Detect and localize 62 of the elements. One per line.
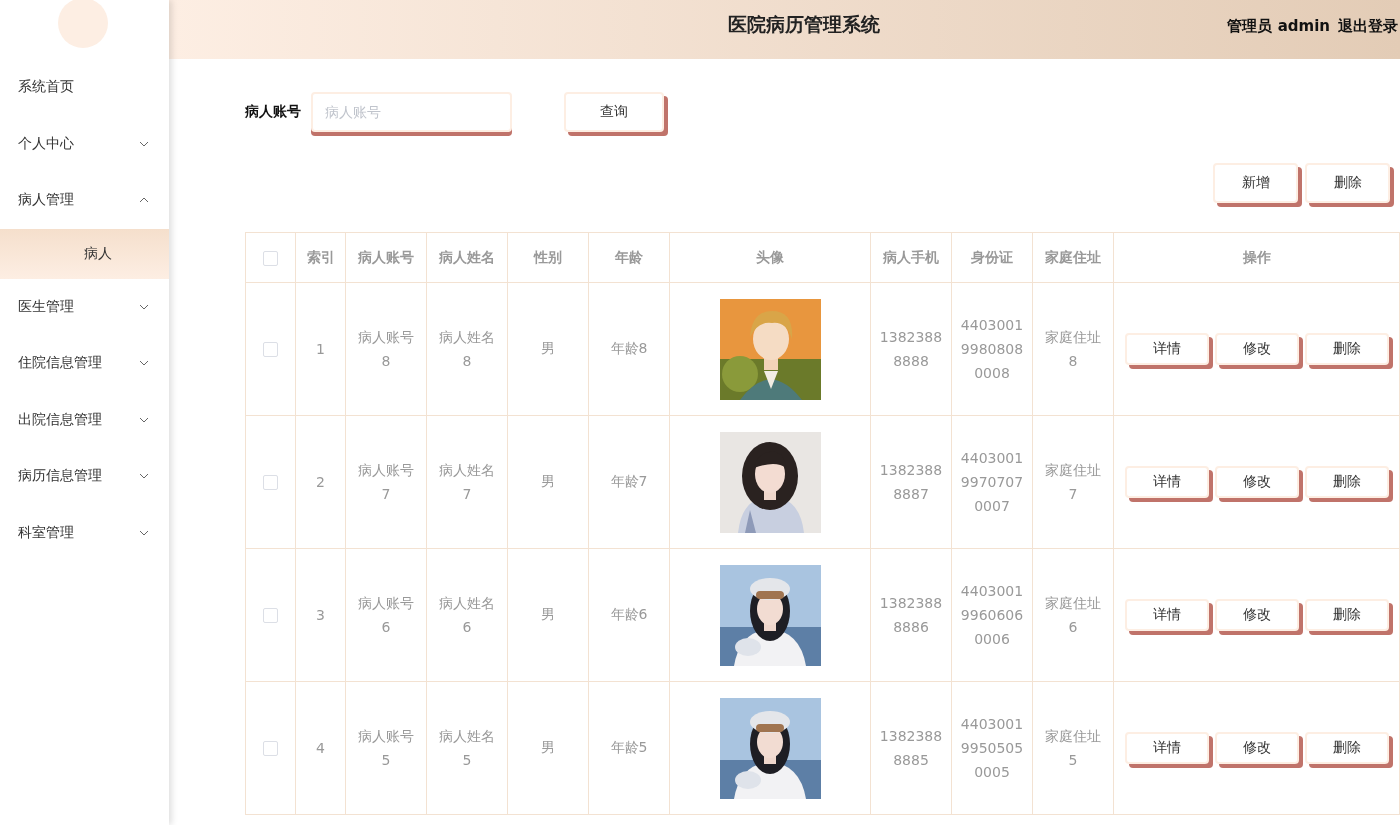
table-cell: 年龄5 (610, 739, 648, 755)
sidebar-subitem[interactable]: 病人 (0, 228, 169, 279)
row-checkbox[interactable] (263, 741, 278, 757)
column-header: 病人账号 (345, 232, 427, 283)
row-checkbox[interactable] (263, 608, 278, 624)
logo-circle (58, 0, 108, 48)
sidebar-item[interactable]: 病历信息管理 (0, 448, 169, 505)
table-cell-text: 13823888886 (878, 594, 944, 637)
table-cell-text: 病人姓名7 (438, 461, 496, 504)
column-header: 头像 (669, 232, 871, 283)
table-cell-text: 440300199606060006 (959, 582, 1025, 649)
table-cell-text: 家庭住址7 (1044, 461, 1102, 504)
table-cell-text: 440300199707070007 (959, 449, 1025, 516)
column-header: 病人手机 (870, 232, 952, 283)
table-cell: 年龄8 (610, 340, 648, 356)
table-cell-text: 病人姓名5 (438, 727, 496, 770)
table-cell: 年龄7 (610, 473, 648, 489)
logout-link[interactable]: 退出登录 (1338, 17, 1398, 36)
table-cell-text: 病人姓名6 (438, 594, 496, 637)
table-cell-text: 病人姓名8 (438, 328, 496, 371)
select-all-checkbox[interactable] (263, 250, 278, 266)
column-header: 病人姓名 (426, 232, 508, 283)
table-cell: 3 (316, 607, 325, 623)
table-cell: 男 (541, 473, 555, 489)
field-label: 病人账号 (245, 103, 301, 121)
sidebar-item[interactable]: 科室管理 (0, 504, 169, 561)
row-checkbox[interactable] (263, 475, 278, 491)
table-cell-text: 家庭住址6 (1044, 594, 1102, 637)
table-cell-text: 13823888888 (878, 328, 944, 371)
search-field[interactable]: 病人账号 (311, 92, 512, 132)
table-cell-text: 病人账号8 (357, 328, 415, 371)
app-title: 医院病历管理系统 (727, 11, 880, 37)
table-cell-text: 440300199808080008 (959, 316, 1025, 383)
table-cell: 2 (316, 474, 325, 490)
table-cell-text: 家庭住址5 (1044, 727, 1102, 770)
table-cell: 4 (316, 740, 325, 756)
table-cell-text: 家庭住址8 (1044, 328, 1102, 371)
table-cell-text: 13823888885 (878, 727, 944, 770)
table-cell: 男 (541, 340, 555, 356)
table-cell-text: 13823888887 (878, 461, 944, 504)
column-header: 年龄 (588, 232, 670, 283)
sidebar-item[interactable]: 个人中心 (0, 115, 169, 172)
sidebar-item[interactable]: 病人管理 (0, 172, 169, 229)
column-header: 性别 (507, 232, 589, 283)
column-header: 家庭住址 (1032, 232, 1114, 283)
table-cell-text: 440300199505050005 (959, 715, 1025, 782)
table-cell: 1 (316, 341, 325, 357)
sidebar-item[interactable]: 出院信息管理 (0, 391, 169, 448)
row-checkbox[interactable] (263, 342, 278, 358)
column-header: 操作 (1113, 232, 1400, 283)
user-label: 管理员 admin (1227, 17, 1330, 36)
table-cell-text: 病人账号7 (357, 461, 415, 504)
table-cell: 年龄6 (610, 606, 648, 622)
table-cell-text: 病人账号5 (357, 727, 415, 770)
sidebar-item[interactable]: 住院信息管理 (0, 335, 169, 392)
column-header: 索引 (295, 232, 346, 283)
column-header: 身份证 (951, 232, 1033, 283)
table-cell-text: 病人账号6 (357, 594, 415, 637)
table-cell: 男 (541, 606, 555, 622)
sidebar-item[interactable]: 医生管理 (0, 278, 169, 335)
table-cell: 男 (541, 739, 555, 755)
sidebar-item[interactable]: 系统首页 (0, 59, 169, 116)
